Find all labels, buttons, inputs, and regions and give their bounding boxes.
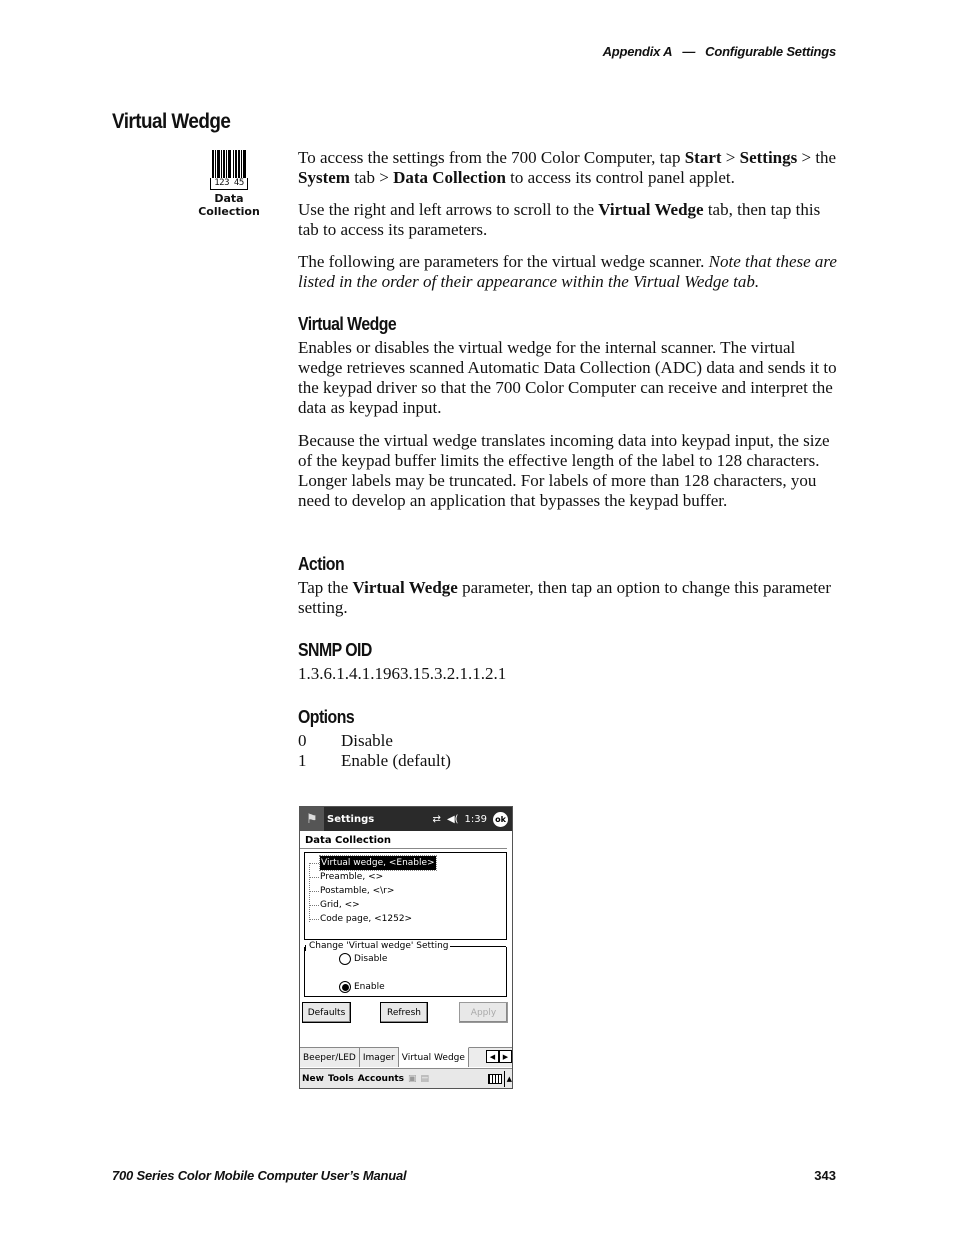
menu-path-data-collection: Data Collection [393,168,506,187]
radio-circle-checked[interactable] [339,981,351,993]
parameter-buffer-note: Because the virtual wedge translates inc… [298,431,830,510]
radio-circle[interactable] [339,953,351,965]
groupbox-label: Change 'Virtual wedge' Setting [306,941,451,951]
menu-tools[interactable]: Tools [328,1074,354,1084]
tab-virtual-wedge[interactable]: Virtual Wedge [398,1047,469,1067]
action-heading: Action [298,554,345,574]
data-collection-applet-icon: 123 45 Data Collection [196,150,262,218]
intro-paragraph-2: Use the right and left arrows to scroll … [298,200,821,239]
sync-arrows-icon[interactable]: ⇄ [433,814,441,825]
snmp-heading: SNMP OID [298,640,372,660]
tree-item-virtual-wedge[interactable]: Virtual wedge, <Enable> [309,855,506,871]
applet-label-line1: Data [214,192,244,205]
chapter-label: Configurable Settings [705,44,836,59]
clock-time[interactable]: 1:39 [465,814,487,825]
keyboard-icon[interactable] [487,1074,502,1084]
tab-scroll-left-icon[interactable]: ◀ [486,1050,499,1063]
panel-title: Data Collection [300,831,507,849]
menu-path-start: Start [684,148,722,167]
ok-button[interactable]: ok [493,811,508,827]
tree-item-code-page[interactable]: Code page, <1252> [309,912,506,926]
device-menubar: New Tools Accounts ▣ ▤ ▲ [300,1068,512,1088]
document-icon[interactable]: ▤ [421,1074,430,1084]
tree-item-postamble[interactable]: Postamble, <\r> [309,884,506,898]
speaker-icon[interactable]: ◀( [447,814,459,825]
menu-path-system: System [298,168,350,187]
section-title: Virtual Wedge [112,110,231,133]
device-tabbar: Beeper/LED Imager Virtual Wedge ◀ ▶ [300,1047,512,1067]
tab-imager[interactable]: Imager [360,1048,399,1067]
applet-label-line2: Collection [198,205,260,218]
divider [503,1071,505,1087]
snmp-oid-value: 1.3.6.1.4.1.1963.15.3.2.1.1.2.1 [298,664,507,683]
menu-accounts[interactable]: Accounts [358,1074,404,1084]
computer-icon[interactable]: ▣ [408,1074,417,1084]
option-item: 0 Disable [298,731,393,750]
options-list: 0 Disable 1 Enable (default) [298,731,843,771]
tab-scroll-right-icon[interactable]: ▶ [499,1050,512,1063]
menu-new[interactable]: New [302,1074,324,1084]
menu-path-settings: Settings [739,148,798,167]
applet-label: Data Collection [196,192,262,218]
parameter-description: Enables or disables the virtual wedge fo… [298,338,837,417]
apply-button[interactable]: Apply [459,1002,508,1023]
tree-item-grid[interactable]: Grid, <> [309,898,506,912]
intro-paragraph-1: To access the settings from the 700 Colo… [298,148,837,187]
device-screenshot: ⚑ Settings ⇄ ◀( 1:39 ok Data Collection … [299,806,513,1089]
setting-groupbox: Change 'Virtual wedge' Setting Disable E… [304,941,507,997]
refresh-button[interactable]: Refresh [380,1002,428,1023]
options-heading: Options [298,707,355,727]
tree-connector-line [309,863,310,922]
barcode-digits: 123 45 [210,178,248,190]
option-item: 1 Enable (default) [298,751,451,770]
action-text: Tap the Virtual Wedge parameter, then ta… [298,578,831,617]
radio-disable[interactable]: Disable [339,953,387,965]
settings-tree[interactable]: Virtual wedge, <Enable> Preamble, <> Pos… [304,852,507,940]
device-titlebar: ⚑ Settings ⇄ ◀( 1:39 ok [300,807,512,831]
dash: — [682,44,696,59]
parameter-heading: Virtual Wedge [298,314,397,334]
page-number: 343 [814,1168,836,1183]
tab-beeper-led[interactable]: Beeper/LED [300,1048,360,1067]
radio-enable[interactable]: Enable [339,981,385,993]
intro-paragraph-3: The following are parameters for the vir… [298,252,837,291]
defaults-button[interactable]: Defaults [302,1002,351,1023]
footer-manual-title: 700 Series Color Mobile Computer User’s … [112,1168,407,1183]
device-title: Settings [327,813,375,825]
input-panel-arrow-icon[interactable]: ▲ [507,1075,512,1083]
tree-item-preamble[interactable]: Preamble, <> [309,870,506,884]
windows-flag-icon[interactable]: ⚑ [300,807,324,831]
barcode-icon: 123 45 [210,150,248,190]
appendix-label: Appendix A [602,44,673,59]
running-head: Appendix A — Configurable Settings [602,44,837,59]
